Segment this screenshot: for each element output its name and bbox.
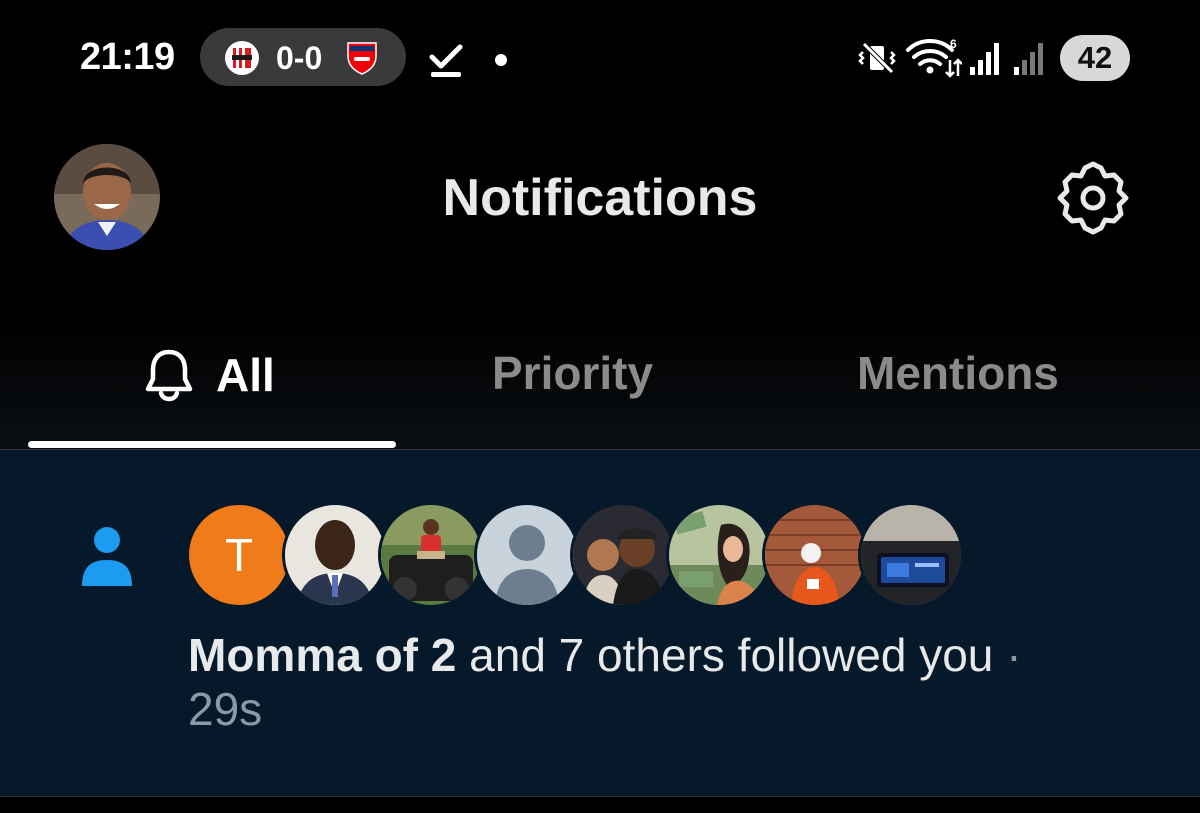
follower-name[interactable]: Momma of 2 xyxy=(188,629,456,681)
follower-photo xyxy=(573,505,673,605)
tab-all-label: All xyxy=(216,349,275,401)
score-text: 0-0 xyxy=(276,40,323,76)
vibrate-mute-icon xyxy=(858,42,896,74)
notification-tabs: All Priority Mentions xyxy=(0,318,1200,453)
follower-photo xyxy=(861,505,961,605)
follower-avatar[interactable] xyxy=(378,502,484,608)
next-item-area xyxy=(0,797,1200,813)
person-icon xyxy=(82,527,132,586)
svg-text:6: 6 xyxy=(950,38,957,51)
notification-timestamp: 29s xyxy=(188,683,263,735)
follower-avatars: T xyxy=(186,502,966,612)
home-team-crest-icon xyxy=(225,41,259,75)
notification-text: Momma of 2 and 7 others followed you · 2… xyxy=(188,628,1148,736)
default-avatar-icon xyxy=(477,505,577,605)
cellular-signal-secondary-icon xyxy=(1014,43,1043,75)
follower-photo xyxy=(381,505,481,605)
follower-photo xyxy=(669,505,769,605)
tab-all[interactable]: All xyxy=(140,346,275,404)
follower-avatar[interactable] xyxy=(570,502,676,608)
follower-avatar[interactable] xyxy=(666,502,772,608)
follower-avatar[interactable] xyxy=(282,502,388,608)
notification-message: and 7 others followed you xyxy=(469,629,994,681)
active-tab-indicator xyxy=(28,441,396,448)
follower-photo xyxy=(765,505,865,605)
battery-level: 42 xyxy=(1060,35,1130,81)
follower-photo xyxy=(285,505,385,605)
follower-avatar[interactable] xyxy=(762,502,868,608)
separator-dot: · xyxy=(1006,629,1022,681)
follower-avatar[interactable]: T xyxy=(186,502,292,608)
follower-avatar[interactable] xyxy=(474,502,580,608)
follower-avatar[interactable] xyxy=(858,502,964,608)
wifi-icon: 6 xyxy=(906,38,962,78)
bell-icon xyxy=(145,349,193,402)
notification-dot-icon xyxy=(495,54,507,66)
settings-gear-icon[interactable] xyxy=(1055,160,1131,236)
status-bar: 21:19 0-0 6 42 xyxy=(0,0,1200,118)
clock: 21:19 xyxy=(80,36,175,78)
page-title: Notifications xyxy=(442,169,758,227)
live-score-pill[interactable]: 0-0 xyxy=(200,28,406,86)
tab-priority[interactable]: Priority xyxy=(492,346,653,400)
notification-item[interactable]: T Momma of 2 and 7 others followed you ·… xyxy=(0,450,1200,796)
away-team-crest-icon xyxy=(347,42,377,75)
checkmark-icon xyxy=(429,44,463,77)
cellular-signal-icon xyxy=(970,43,999,75)
tab-mentions[interactable]: Mentions xyxy=(857,346,1059,400)
